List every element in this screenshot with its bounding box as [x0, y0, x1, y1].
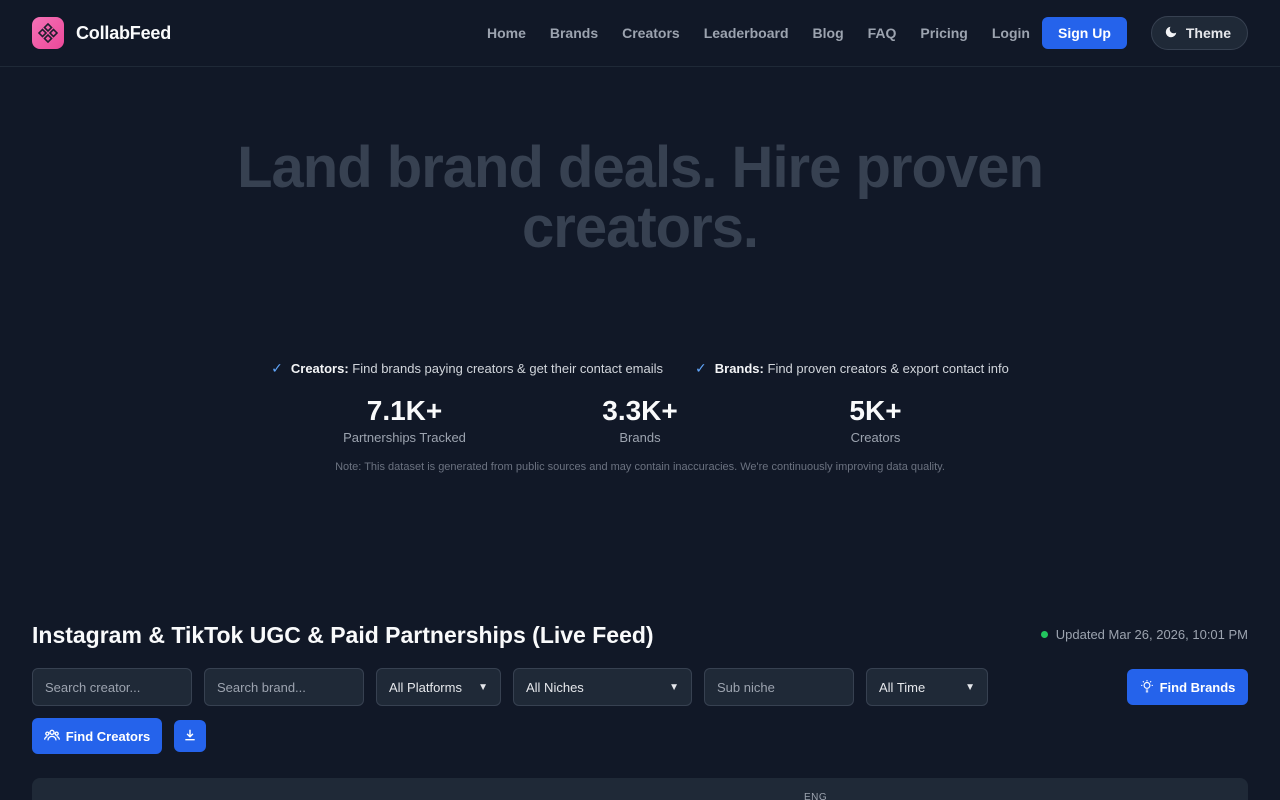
brand-home-link[interactable]: CollabFeed	[32, 17, 171, 49]
feature-creators-label: Creators:	[290, 361, 349, 376]
stat-value: 7.1K+	[366, 395, 443, 426]
feature-creators: ✓ Creators: Find brands paying creators …	[271, 360, 663, 377]
nav-brands[interactable]: Brands	[550, 25, 598, 41]
partnership-table: ENG	[32, 778, 1248, 800]
feature-creators-text: Find brands paying creators & get their …	[352, 361, 664, 376]
find-brands-button[interactable]: Find Brands	[1127, 669, 1248, 705]
time-range-select[interactable]: All Time ▼	[866, 668, 988, 706]
find-creators-button[interactable]: Find Creators	[32, 718, 162, 754]
feature-brands-text: Find proven creators & export contact in…	[767, 361, 1009, 376]
hero-title: Land brand deals. Hire proven creators.	[237, 135, 1044, 260]
time-range-select-value: All Time	[879, 679, 926, 695]
stat-brands: 3.3K+ Brands	[523, 394, 758, 445]
nav-faq[interactable]: FAQ	[868, 25, 897, 41]
download-button[interactable]	[174, 720, 206, 752]
stat-label: Creators	[850, 430, 901, 445]
users-icon	[43, 728, 60, 745]
chevron-down-icon: ▼	[669, 681, 679, 693]
stat-label: Brands	[619, 430, 661, 445]
nav-links: Home Brands Creators Leaderboard Blog FA…	[487, 16, 1248, 50]
platform-select[interactable]: All Platforms ▼	[376, 668, 501, 706]
chevron-down-icon: ▼	[965, 681, 975, 693]
nav-blog[interactable]: Blog	[813, 25, 844, 41]
download-icon	[183, 728, 197, 745]
check-icon: ✓	[695, 360, 707, 376]
feed-title: Instagram & TikTok UGC & Paid Partnershi…	[32, 622, 654, 648]
updated-status: Updated Mar 26, 2026, 10:01 PM	[1040, 627, 1248, 642]
nav-leaderboard[interactable]: Leaderboard	[704, 25, 789, 41]
data-quality-note: Note: This dataset is generated from pub…	[335, 461, 945, 473]
feature-list: ✓ Creators: Find brands paying creators …	[0, 360, 1280, 377]
stat-creators: 5K+ Creators	[758, 394, 993, 445]
nav-home[interactable]: Home	[487, 25, 526, 41]
lightbulb-icon	[1140, 679, 1154, 696]
theme-label: Theme	[1185, 25, 1231, 41]
signup-button[interactable]: Sign Up	[1041, 17, 1127, 49]
find-creators-label: Find Creators	[65, 728, 151, 744]
theme-toggle-button[interactable]: Theme	[1150, 16, 1248, 50]
stat-value: 3.3K+	[602, 395, 678, 426]
subniche-input[interactable]	[704, 668, 854, 706]
find-brands-label: Find Brands	[1159, 679, 1236, 695]
collabfeed-logo-icon	[32, 17, 64, 49]
niche-select[interactable]: All Niches ▼	[513, 668, 692, 706]
brand-search-input[interactable]	[204, 668, 364, 706]
nav-login[interactable]: Login	[992, 25, 1030, 41]
stat-label: Partnerships Tracked	[343, 430, 466, 445]
stat-partnerships: 7.1K+ Partnerships Tracked	[287, 394, 522, 445]
feature-brands-label: Brands:	[714, 361, 764, 376]
updated-timestamp: Updated Mar 26, 2026, 10:01 PM	[1055, 627, 1248, 642]
top-navbar: CollabFeed Home Brands Creators Leaderbo…	[0, 0, 1280, 67]
nav-creators[interactable]: Creators	[622, 25, 680, 41]
chevron-down-icon: ▼	[478, 681, 488, 693]
check-icon: ✓	[271, 360, 283, 376]
platform-select-value: All Platforms	[389, 679, 462, 695]
brand-name: CollabFeed	[76, 22, 172, 43]
moon-icon	[1164, 25, 1178, 42]
stat-value: 5K+	[849, 395, 902, 426]
nav-pricing[interactable]: Pricing	[920, 25, 967, 41]
table-header-eng: ENG	[804, 792, 828, 800]
creator-search-input[interactable]	[32, 668, 192, 706]
feature-brands: ✓ Brands: Find proven creators & export …	[695, 360, 1009, 377]
stats-row: 7.1K+ Partnerships Tracked 3.3K+ Brands …	[287, 394, 993, 445]
live-status-dot-icon	[1040, 631, 1048, 638]
niche-select-value: All Niches	[526, 679, 584, 695]
